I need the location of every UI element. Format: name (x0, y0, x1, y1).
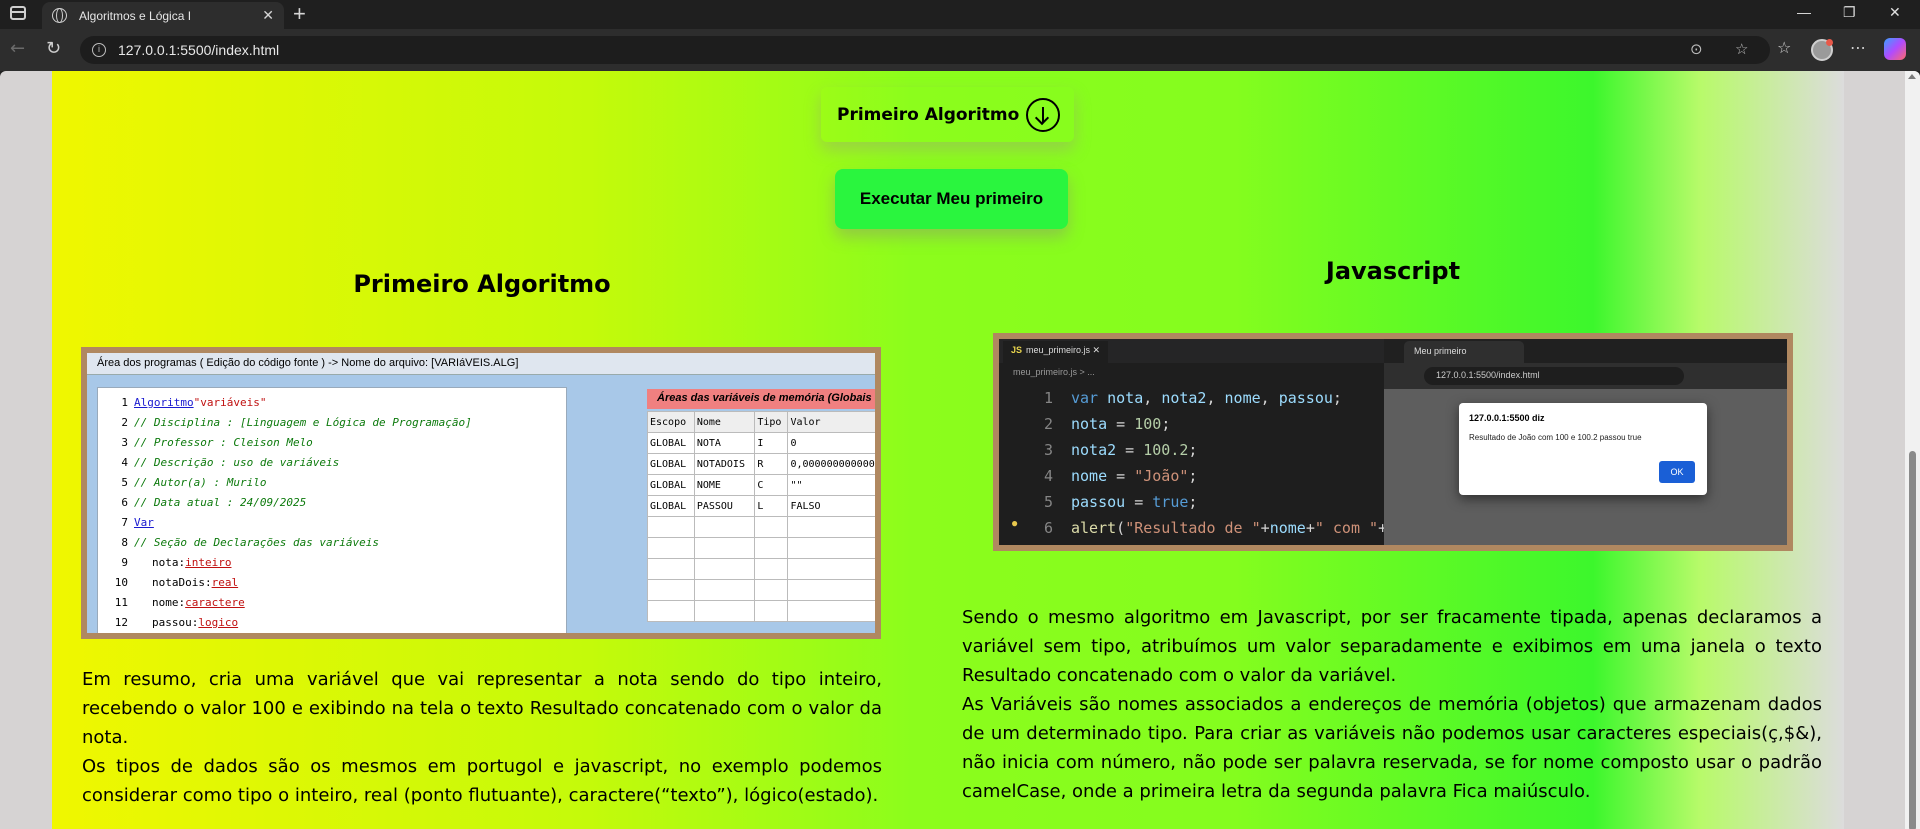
favorites-icon[interactable]: ☆ (1777, 38, 1791, 57)
site-info-icon[interactable]: i (92, 43, 106, 57)
visualg-screenshot: Área dos programas ( Edição do código fo… (81, 347, 881, 639)
restore-icon[interactable]: ❐ (1843, 4, 1856, 21)
embedded-browser-url: 127.0.0.1:5500/index.html (1424, 367, 1684, 385)
visualg-code-line: 4// Descrição : uso de variáveis (121, 455, 340, 469)
alert-message: Resultado de João com 100 e 100.2 passou… (1469, 433, 1642, 442)
left-column-title: Primeiro Algoritmo (353, 270, 611, 298)
visualg-code-line: 3// Professor : Cleison Melo (121, 435, 313, 449)
visualg-code-line: 11 nome: caractere (114, 595, 245, 609)
alert-title: 127.0.0.1:5500 diz (1469, 413, 1545, 423)
right-paragraph-1: Sendo o mesmo algoritmo em Javascript, p… (962, 607, 1822, 686)
browser-tab[interactable]: Algoritmos e Lógica I ✕ (42, 2, 284, 29)
visualg-code-editor: 1 Algoritmo "variáveis" 2// Disciplina : [… (97, 387, 567, 633)
vars-table-empty-row (647, 579, 875, 601)
more-menu-icon[interactable]: ⋯ (1850, 38, 1866, 57)
alert-dialog: 127.0.0.1:5500 diz Resultado de João com… (1459, 403, 1707, 495)
lightbulb-icon: ● (1011, 516, 1019, 530)
url-text: 127.0.0.1:5500/index.html (118, 42, 280, 58)
visualg-code-line: 5// Autor(a) : Murilo (121, 475, 267, 489)
address-toolbar: ← ↻ i 127.0.0.1:5500/index.html ⊙ ☆ ☆ ⋯ (0, 29, 1920, 71)
visualg-code-line: 7 Var (121, 515, 154, 529)
dropdown-label: Primeiro Algoritmo (837, 104, 1020, 125)
vars-table-row: GLOBAL NOTA I 0 (647, 432, 875, 454)
vars-table-header: Escopo (647, 411, 695, 433)
alert-ok-button: OK (1659, 461, 1695, 483)
right-column-title: Javascript (1325, 257, 1461, 285)
arrow-down-circle-icon[interactable] (1026, 97, 1060, 132)
page-viewport: Primeiro Algoritmo Executar Meu primeiro… (0, 71, 1920, 829)
vars-table-empty-row (647, 558, 875, 580)
vars-table-empty-row (647, 516, 875, 538)
left-paragraph-1: Em resumo, cria uma variável que vai rep… (82, 669, 882, 748)
new-tab-icon[interactable]: + (293, 1, 306, 27)
reader-icon[interactable]: ⊙ (1690, 40, 1703, 58)
page-scrollbar[interactable] (1905, 71, 1920, 829)
vscode-tabs: JS meu_primeiro.js ✕ (999, 339, 1384, 363)
profile-avatar[interactable] (1811, 39, 1833, 61)
visualg-vars-table: Escopo Nome Tipo Valor GLOBAL NOTA I 0 GLOBAL NO… (647, 411, 875, 622)
vars-table-header: Nome (693, 411, 756, 433)
right-paragraph-2: As Variáveis são nomes associados a ende… (962, 694, 1822, 802)
vars-table-row: GLOBAL NOTADOIS R 0,0000000000000 (647, 453, 875, 475)
embedded-browser-tab: Meu primeiro (1404, 341, 1524, 363)
run-first-button[interactable]: Executar Meu primeiro (835, 169, 1068, 229)
globe-icon (52, 8, 67, 23)
vscode-tab: JS meu_primeiro.js ✕ (1003, 341, 1109, 363)
vars-table-empty-row (647, 537, 875, 559)
visualg-header: Área dos programas ( Edição do código fo… (87, 353, 875, 375)
vars-table-header: Tipo (754, 411, 789, 433)
vars-table-empty-row (647, 600, 875, 622)
left-paragraph-2: Os tipos de dados são os mesmos em portu… (82, 756, 882, 806)
refresh-icon[interactable]: ↻ (46, 38, 61, 59)
scroll-up-icon[interactable] (1908, 74, 1916, 79)
sidebar-toggle-icon[interactable] (10, 6, 26, 20)
favorite-star-icon[interactable]: ☆ (1735, 40, 1748, 58)
url-bar[interactable]: i 127.0.0.1:5500/index.html ⊙ ☆ (80, 36, 1770, 64)
visualg-vars-title: Áreas das variáveis de memória (Globais … (647, 389, 875, 409)
vscode-code: 1 var nota, nota2, nome, passou; 2 nota = … (1043, 389, 1423, 537)
visualg-code-line: 10 notaDois: real (114, 575, 239, 589)
vars-table-header: Valor (787, 411, 875, 433)
page-content: Primeiro Algoritmo Executar Meu primeiro… (52, 71, 1844, 829)
left-description: Em resumo, cria uma variável que vai rep… (82, 665, 882, 810)
vars-table-row: GLOBAL PASSOU L FALSO (647, 495, 875, 517)
visualg-code-line: 2// Disciplina : [Linguagem e Lógica de … (121, 415, 472, 429)
visualg-code-line: 9 nota: inteiro (121, 555, 232, 569)
close-tab-icon[interactable]: ✕ (262, 8, 274, 24)
tab-title: Algoritmos e Lógica I (79, 8, 192, 23)
embedded-browser: Meu primeiro 127.0.0.1:5500/index.html 1… (1384, 339, 1787, 545)
right-description: Sendo o mesmo algoritmo em Javascript, p… (962, 603, 1822, 806)
back-icon[interactable]: ← (10, 38, 25, 59)
visualg-code-line: 8// Seção de Declarações das variáveis (121, 535, 380, 549)
minimize-icon[interactable]: — (1797, 4, 1811, 20)
vars-table-row: GLOBAL NOME C "" (647, 474, 875, 496)
copilot-icon[interactable] (1884, 38, 1906, 60)
visualg-code-line: 12 passou: logico (114, 615, 239, 629)
close-window-icon[interactable]: ✕ (1889, 4, 1901, 21)
visualg-code-line: 1 Algoritmo "variáveis" (121, 395, 267, 409)
algorithm-dropdown[interactable]: Primeiro Algoritmo (821, 87, 1074, 142)
visualg-code-line: 6// Data atual : 24/09/2025 (121, 495, 307, 509)
scrollbar-thumb[interactable] (1909, 451, 1916, 829)
browser-tab-bar: Algoritmos e Lógica I ✕ + — ❐ ✕ (0, 0, 1920, 29)
vscode-breadcrumb: meu_primeiro.js > ... (1013, 367, 1095, 377)
vscode-screenshot: JS meu_primeiro.js ✕ meu_primeiro.js > ..… (993, 333, 1793, 551)
